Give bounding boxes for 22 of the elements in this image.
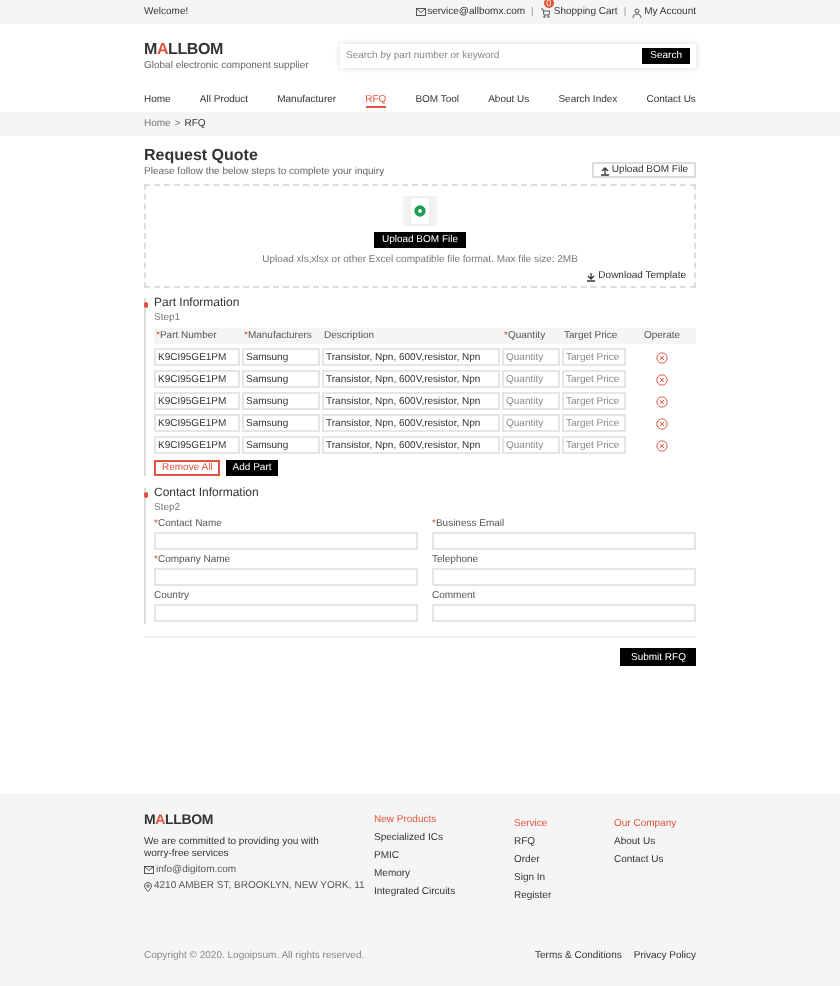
remove-icon[interactable] (656, 373, 668, 385)
page-title: Request Quote (144, 146, 260, 164)
remove-icon[interactable] (656, 351, 668, 363)
logo[interactable]: MALLBOM (144, 41, 309, 57)
text-field[interactable] (432, 604, 696, 622)
mail-icon (144, 866, 154, 874)
text-field[interactable] (432, 532, 696, 550)
step-marker (143, 302, 148, 307)
text-field[interactable] (154, 604, 418, 622)
step-marker (143, 492, 148, 497)
location-pin-icon (144, 881, 152, 891)
remove-icon[interactable] (656, 417, 668, 429)
cart-icon[interactable] (539, 7, 550, 17)
text-field[interactable] (154, 532, 418, 550)
text-field[interactable] (432, 568, 696, 586)
download-icon (586, 271, 597, 281)
mail-icon (415, 8, 426, 16)
remove-icon[interactable] (656, 439, 668, 451)
remove-icon[interactable] (656, 395, 668, 407)
user-icon (632, 7, 643, 17)
upload-icon (599, 165, 610, 175)
text-field[interactable] (154, 568, 418, 586)
